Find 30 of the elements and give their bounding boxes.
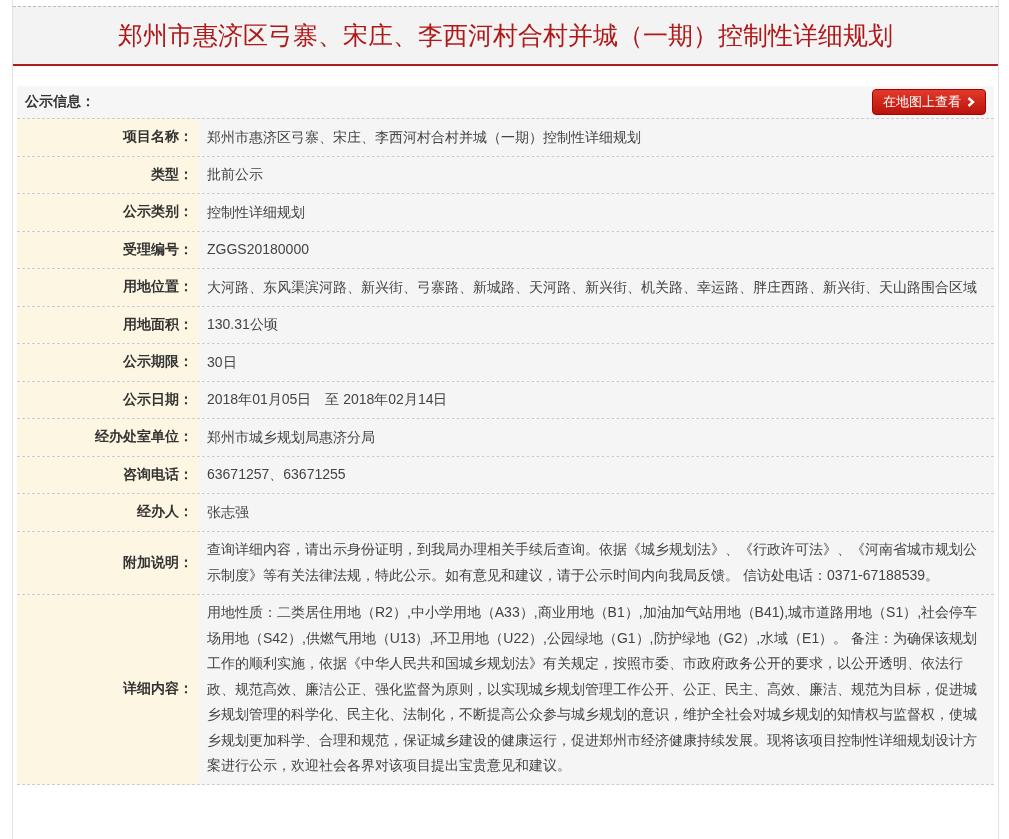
field-value: 郑州市惠济区弓寨、宋庄、李西河村合村并城（一期）控制性详细规划 — [199, 119, 994, 156]
field-label: 经办人： — [17, 494, 199, 531]
field-label: 用地面积： — [17, 306, 199, 343]
field-value: 2018年01月05日 至 2018年02月14日 — [199, 381, 994, 418]
field-label: 公示日期： — [17, 381, 199, 418]
field-label: 类型： — [17, 156, 199, 193]
field-value: 张志强 — [199, 494, 994, 531]
field-value: 130.31公顷 — [199, 306, 994, 343]
field-value: 63671257、63671255 — [199, 456, 994, 493]
chevron-right-icon — [967, 97, 975, 107]
field-label: 受理编号： — [17, 231, 199, 268]
field-value: 控制性详细规划 — [199, 194, 994, 231]
field-value: 大河路、东风渠滨河路、新兴街、弓寨路、新城路、天河路、新兴街、机关路、幸运路、胖庄西路、新兴街、天山路围合区域 — [199, 269, 994, 306]
section-label: 公示信息： — [25, 93, 95, 111]
field-value: 郑州市城乡规划局惠济分局 — [199, 419, 994, 456]
field-value: ZGGS20180000 — [199, 231, 994, 268]
field-label: 用地位置： — [17, 269, 199, 306]
field-value: 30日 — [199, 344, 994, 381]
page-title: 郑州市惠济区弓寨、宋庄、李西河村合村并城（一期）控制性详细规划 — [118, 20, 893, 51]
field-label: 咨询电话： — [17, 456, 199, 493]
field-label: 附加说明： — [17, 531, 199, 594]
field-label: 项目名称： — [17, 119, 199, 156]
field-value: 查询详细内容，请出示身份证明，到我局办理相关手续后查询。依据《城乡规划法》、《行政许可法》、《河南省城市规划公示制度》等有关法律法规，特此公示。如有意见和建议，请于公示时间内向我局反馈。 信访处电话：0371-67188539。 — [199, 531, 994, 594]
view-on-map-button[interactable]: 在地图上查看 — [872, 89, 986, 115]
field-label: 公示期限： — [17, 344, 199, 381]
field-value: 批前公示 — [199, 156, 994, 193]
field-label: 详细内容： — [17, 594, 199, 784]
field-label: 经办处室单位： — [17, 419, 199, 456]
field-value: 用地性质：二类居住用地（R2）,中小学用地（A33）,商业用地（B1）,加油加气站用地（B41),城市道路用地（S1）,社会停车场用地（S42）,供燃气用地（U13）,环卫用地（U22）,公园绿地（G1）,防护绿地（G2）,水域（E1）。 备注：为确保该规划工作的顺利实施，依据《中华人民共和国城乡规划法》有关规定，按照市委、市政府政务公开的要求，以公开透明、依法行政、规范高效、廉洁公正、强化监督为原则，以实现城乡规划管理工作公开、公正、民主、高效、廉洁、规范为目标，促进城乡规划管理的科学化、民主化、法制化，不断提高公众参与城乡规划的意识，维护全社会对城乡规划的知情权与监督权，使城乡规划更加科学、合理和规范，保证城乡建设的健康运行，促进郑州市经济健康持续发展。现将该项目控制性详细规划设计方案进行公示，欢迎社会各界对该项目提出宝贵意见和建议。 — [199, 594, 994, 784]
field-label: 公示类别： — [17, 194, 199, 231]
